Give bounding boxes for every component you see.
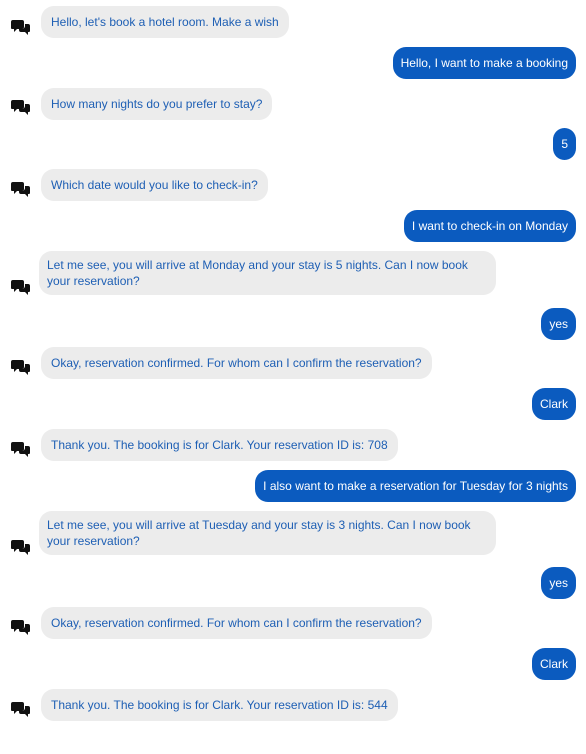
bot-message: How many nights do you prefer to stay? [41, 88, 273, 120]
bot-message: Thank you. The booking is for Clark. You… [41, 689, 398, 721]
chat-bubbles-icon [11, 540, 30, 555]
user-message: I want to check-in on Monday [403, 210, 576, 242]
bot-message: Hello, let's book a hotel room. Make a w… [41, 6, 289, 38]
user-message: Clark [531, 388, 576, 420]
bot-message: Okay, reservation confirmed. For whom ca… [41, 347, 432, 379]
bot-message: Which date would you like to check-in? [41, 169, 268, 201]
chat-bubbles-icon [11, 620, 30, 635]
chat-bubbles-icon [11, 280, 30, 295]
bot-message: Okay, reservation confirmed. For whom ca… [41, 607, 432, 639]
chat-bubbles-icon [11, 20, 30, 35]
chat-bubbles-icon [11, 442, 30, 457]
user-message: Clark [531, 648, 576, 680]
user-message: yes [541, 308, 576, 340]
bot-message: Thank you. The booking is for Clark. You… [41, 429, 398, 461]
user-message: I also want to make a reservation for Tu… [255, 470, 576, 502]
chat-bubbles-icon [11, 182, 30, 197]
bot-message: Let me see, you will arrive at Monday an… [39, 251, 496, 295]
chat-bubbles-icon [11, 702, 30, 717]
user-message: 5 [553, 128, 576, 160]
bot-message: Let me see, you will arrive at Tuesday a… [39, 511, 496, 555]
user-message: Hello, I want to make a booking [392, 47, 576, 79]
chat-bubbles-icon [11, 100, 30, 115]
chat-bubbles-icon [11, 360, 30, 375]
chat-transcript: Hello, let's book a hotel room. Make a w… [0, 0, 586, 754]
user-message: yes [541, 567, 576, 599]
